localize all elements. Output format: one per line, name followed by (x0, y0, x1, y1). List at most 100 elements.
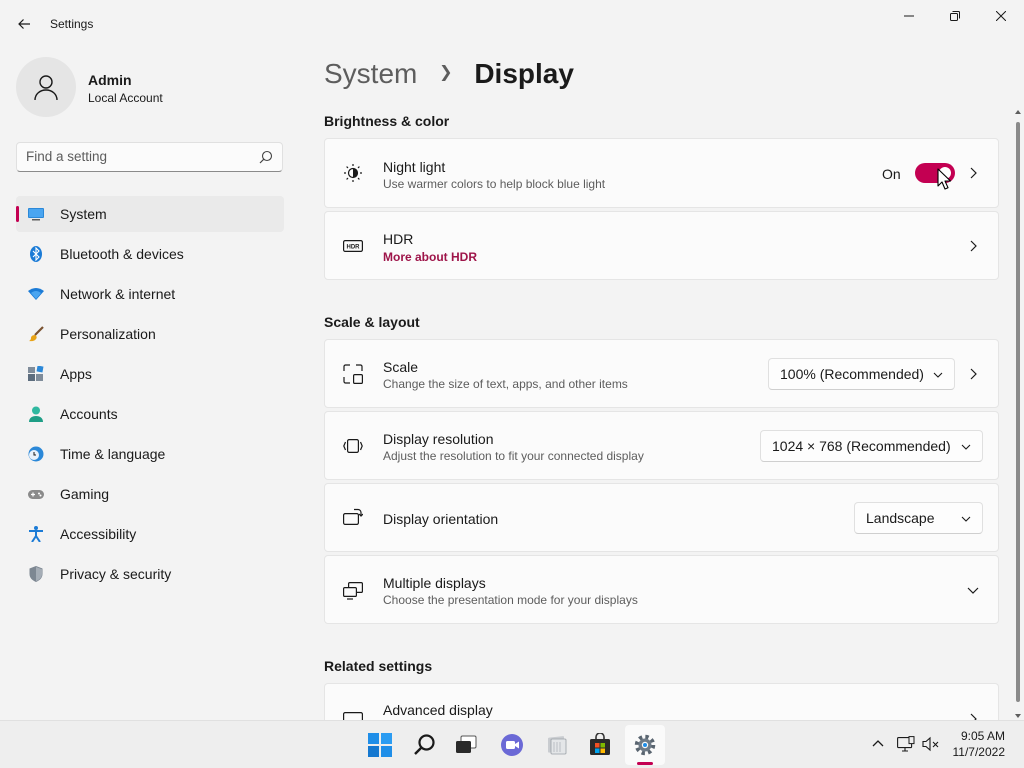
volume-tray-button[interactable] (920, 733, 942, 755)
hdr-icon: HDR (343, 239, 363, 252)
multiple-displays-title: Multiple displays (383, 575, 486, 591)
scrollbar-thumb[interactable] (1016, 122, 1020, 702)
night-light-card[interactable]: Night light Use warmer colors to help bl… (324, 138, 999, 208)
scale-card[interactable]: Scale Change the size of text, apps, and… (324, 339, 999, 408)
page-title: Display (474, 58, 574, 89)
display-orientation-dropdown[interactable]: Landscape (854, 501, 983, 534)
sidebar-item-bluetooth[interactable]: Bluetooth & devices (16, 236, 284, 272)
sidebar-item-label: Bluetooth & devices (60, 246, 184, 262)
section-title-brightness: Brightness & color (324, 113, 450, 129)
sidebar-item-label: Gaming (60, 486, 110, 502)
person-icon (34, 75, 58, 101)
breadcrumb-parent[interactable]: System (324, 58, 417, 89)
settings-taskbar-button[interactable] (625, 725, 665, 765)
sidebar-item-system[interactable]: System (16, 196, 284, 232)
gamepad-icon (28, 490, 44, 499)
scale-dropdown[interactable]: 100% (Recommended) (768, 357, 955, 390)
store-button[interactable] (580, 725, 620, 765)
sidebar-item-label: Time & language (60, 446, 166, 462)
monitor-icon (28, 208, 44, 221)
sidebar-item-time-language[interactable]: Time & language (16, 436, 284, 472)
more-about-hdr-link[interactable]: More about HDR (383, 250, 477, 264)
search-box (16, 142, 283, 172)
sidebar-item-privacy[interactable]: Privacy & security (16, 556, 284, 592)
back-arrow-icon (18, 19, 30, 29)
clock-time: 9:05 AM (960, 729, 1005, 743)
show-hidden-icons-button[interactable] (867, 733, 889, 755)
file-explorer-icon (548, 736, 567, 755)
sidebar-nav: System Bluetooth & devices Network & int… (16, 196, 284, 596)
network-tray-button[interactable] (895, 733, 917, 755)
chevron-down-icon[interactable] (966, 583, 980, 597)
sidebar-item-label: Network & internet (60, 286, 176, 302)
scroll-up-icon[interactable] (1014, 108, 1022, 116)
active-app-indicator (637, 762, 653, 765)
person-icon (29, 406, 43, 422)
user-name: Admin (88, 72, 132, 88)
chevron-right-icon[interactable] (966, 166, 980, 180)
scrollbar[interactable] (1013, 108, 1023, 720)
settings-icon (634, 734, 656, 756)
display-resolution-dropdown[interactable]: 1024 × 768 (Recommended) (760, 429, 983, 462)
multiple-displays-card[interactable]: Multiple displays Choose the presentatio… (324, 555, 999, 624)
windows-start-icon (368, 733, 392, 757)
sidebar-item-label: Apps (60, 366, 92, 382)
display-orientation-card: Display orientation Landscape (324, 483, 999, 552)
mouse-cursor-icon (937, 168, 951, 190)
taskbar-clock[interactable]: 9:05 AM 11/7/2022 (943, 728, 1006, 760)
task-view-button[interactable] (446, 725, 486, 765)
scale-value: 100% (Recommended) (780, 365, 924, 382)
chevron-right-icon[interactable] (966, 239, 980, 253)
sidebar-item-personalization[interactable]: Personalization (16, 316, 284, 352)
file-explorer-button[interactable] (537, 725, 577, 765)
sidebar-item-network[interactable]: Network & internet (16, 276, 284, 312)
hdr-card[interactable]: HDR HDR More about HDR (324, 211, 999, 280)
sidebar-item-label: Accounts (60, 406, 118, 422)
taskbar-search-button[interactable] (405, 725, 445, 765)
scale-title: Scale (383, 359, 419, 375)
back-button[interactable] (10, 10, 38, 38)
chevron-right-icon[interactable] (966, 367, 980, 381)
search-icon[interactable] (259, 150, 273, 164)
search-input[interactable] (26, 149, 246, 164)
multiple-displays-icon (343, 581, 363, 600)
account-type: Local Account (88, 91, 163, 105)
minimize-button[interactable] (886, 0, 932, 32)
taskbar: 9:05 AM 11/7/2022 (0, 720, 1024, 768)
restore-icon (950, 11, 960, 21)
orientation-icon (343, 508, 363, 525)
search-icon (414, 734, 435, 755)
sidebar-item-apps[interactable]: Apps (16, 356, 284, 392)
title-bar: Settings (0, 0, 1024, 48)
volume-muted-icon (922, 736, 939, 752)
chat-button[interactable] (492, 725, 532, 765)
advanced-display-title: Advanced display (383, 702, 493, 718)
store-icon (590, 733, 610, 755)
chevron-down-icon (961, 516, 971, 522)
start-button[interactable] (360, 725, 400, 765)
scale-description: Change the size of text, apps, and other… (383, 377, 628, 391)
shield-icon (29, 566, 43, 582)
multiple-displays-description: Choose the presentation mode for your di… (383, 593, 638, 607)
night-light-icon (344, 164, 362, 182)
close-button[interactable] (978, 0, 1024, 32)
window-title: Settings (50, 17, 94, 31)
sidebar-item-accessibility[interactable]: Accessibility (16, 516, 284, 552)
chevron-down-icon (933, 372, 943, 378)
advanced-display-card[interactable]: Advanced display (324, 683, 999, 727)
sidebar-item-gaming[interactable]: Gaming (16, 476, 284, 512)
minimize-icon (904, 15, 914, 17)
bluetooth-icon (30, 246, 42, 262)
sidebar-item-label: Privacy & security (60, 566, 172, 582)
sidebar-item-label: Personalization (60, 326, 156, 342)
sidebar-item-accounts[interactable]: Accounts (16, 396, 284, 432)
scroll-down-icon[interactable] (1014, 712, 1022, 720)
clock-date: 11/7/2022 (952, 745, 1006, 759)
close-icon (996, 11, 1006, 21)
resolution-icon (343, 438, 363, 453)
display-resolution-title: Display resolution (383, 431, 494, 447)
scale-icon (343, 363, 363, 384)
section-title-scale-layout: Scale & layout (324, 314, 420, 330)
display-orientation-value: Landscape (866, 509, 935, 526)
maximize-button[interactable] (932, 0, 978, 32)
